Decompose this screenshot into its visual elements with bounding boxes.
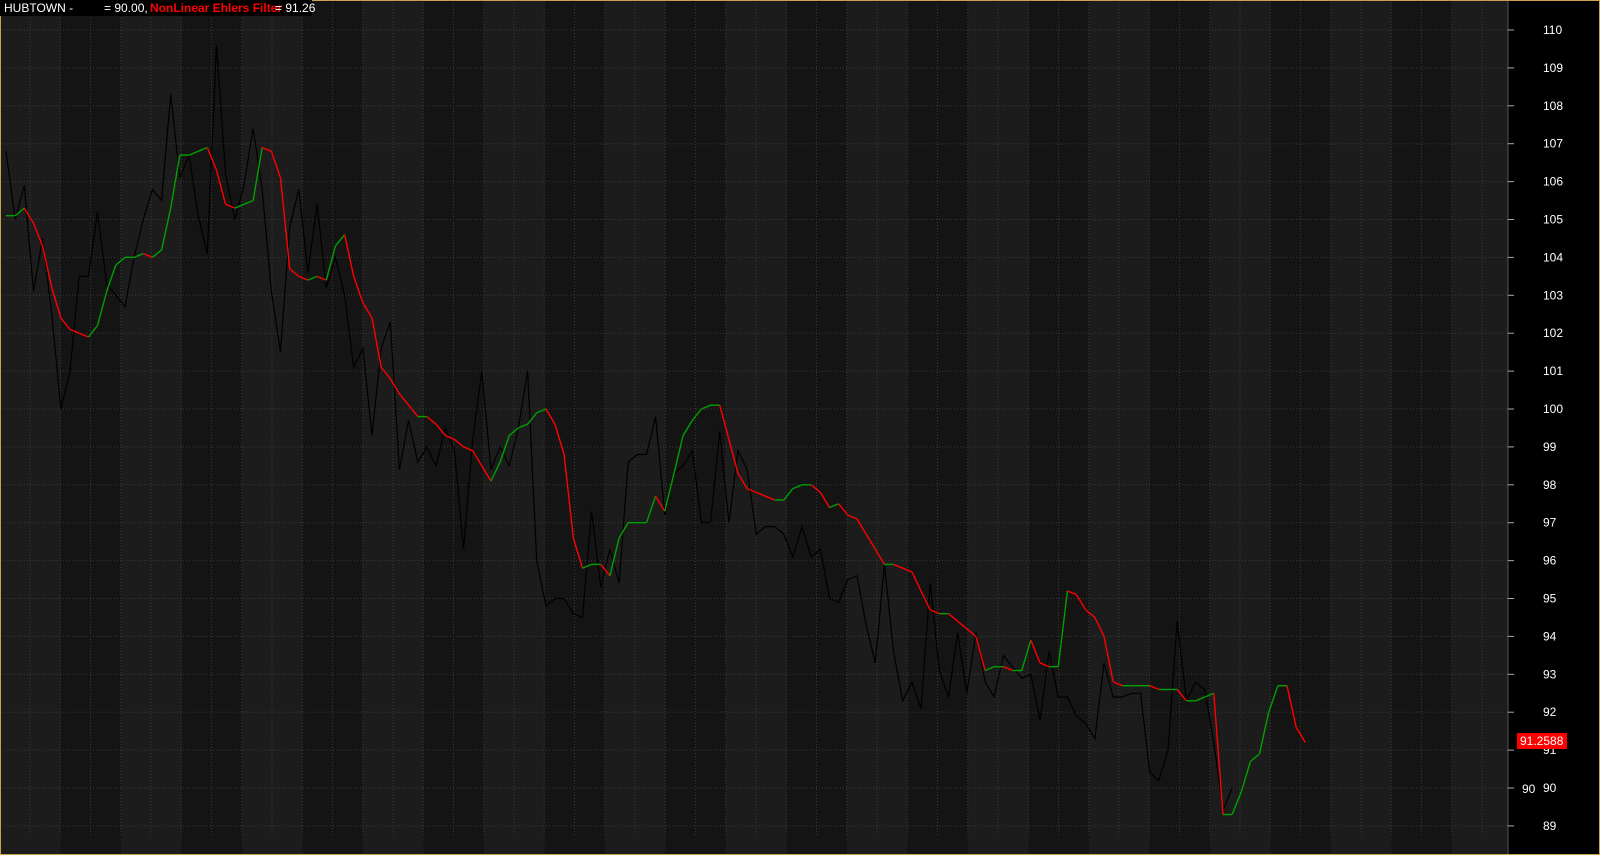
y-tick-label: 97 xyxy=(1543,516,1557,530)
y-tick-label: 96 xyxy=(1543,554,1557,568)
y-tick-label: 95 xyxy=(1543,592,1557,606)
y-tick-label: 89 xyxy=(1543,819,1557,833)
y-tick-label: 103 xyxy=(1543,288,1563,302)
y-axis-panel xyxy=(1508,0,1600,855)
y-tick-label: 90 xyxy=(1543,781,1557,795)
background-bands xyxy=(0,0,1508,855)
y-tick-label: 94 xyxy=(1543,629,1557,643)
last-value-badge: 91.2588 xyxy=(1520,734,1564,748)
y-tick-label: 105 xyxy=(1543,213,1563,227)
background-band xyxy=(1452,0,1508,855)
header-price: = 90.00, xyxy=(104,1,148,15)
y-tick-label: 109 xyxy=(1543,61,1563,75)
y-tick-label: 100 xyxy=(1543,402,1563,416)
price-chart[interactable]: 8990919293949596979899100101102103104105… xyxy=(0,0,1600,855)
y-tick-label: 98 xyxy=(1543,478,1557,492)
y-tick-label: 93 xyxy=(1543,667,1557,681)
last-price-label: 90 xyxy=(1522,782,1536,796)
header-indicator-name: NonLinear Ehlers Filter xyxy=(150,1,282,15)
y-tick-label: 106 xyxy=(1543,175,1563,189)
y-tick-label: 108 xyxy=(1543,99,1563,113)
y-tick-label: 101 xyxy=(1543,364,1563,378)
header-indicator-value: = 91.26 xyxy=(275,1,316,15)
chart-container: 89 90 91 92 93 94 95 96 97 98 99 100 101 102 103 104 105… xyxy=(0,0,1600,855)
y-tick-label: 104 xyxy=(1543,250,1563,264)
y-tick-label: 102 xyxy=(1543,326,1563,340)
y-tick-label: 110 xyxy=(1543,23,1562,37)
header-symbol: HUBTOWN - xyxy=(4,1,73,15)
y-tick-label: 92 xyxy=(1543,705,1557,719)
y-tick-label: 107 xyxy=(1543,137,1563,151)
y-tick-label: 99 xyxy=(1543,440,1557,454)
